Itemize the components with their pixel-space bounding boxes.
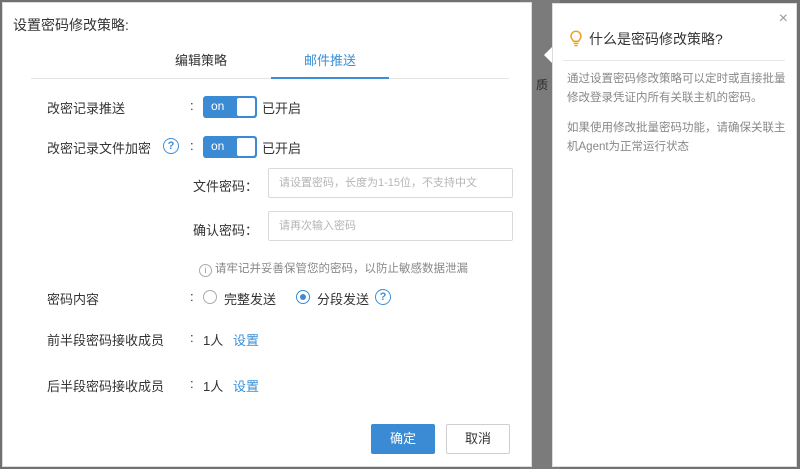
radio-split-send[interactable] — [296, 290, 310, 304]
help-panel-title-text: 什么是密码修改策略? — [589, 31, 723, 47]
help-panel-divider — [563, 60, 785, 61]
first-half-colon: : — [190, 330, 194, 345]
password-policy-dialog: 设置密码修改策略: 编辑策略 邮件推送 改密记录推送 : on 已开启 改密记录… — [2, 2, 532, 467]
content-label: 密码内容 — [47, 292, 100, 307]
first-half-count: 1人 — [203, 333, 224, 348]
second-half-label: 后半段密码接收成员 — [47, 379, 165, 394]
dialog-title: 设置密码修改策略: — [13, 17, 129, 33]
cancel-button[interactable]: 取消 — [446, 424, 510, 454]
content-colon: : — [190, 289, 194, 304]
help-panel-paragraph-2: 如果使用修改批量密码功能，请确保关联主机Agent为正常运行状态 — [567, 122, 786, 153]
password-notice-text: 请牢记并妥善保管您的密码，以防止敏感数据泄漏 — [215, 263, 468, 275]
encrypt-state: 已开启 — [262, 141, 302, 156]
encrypt-help-icon[interactable]: ? — [163, 138, 179, 154]
push-toggle-knob — [237, 98, 255, 116]
info-icon: i — [199, 264, 212, 277]
first-half-settings-link[interactable]: 设置 — [233, 330, 259, 349]
password-notice: i 请牢记并妥善保管您的密码，以防止敏感数据泄漏 — [199, 260, 468, 277]
push-colon: : — [190, 98, 194, 113]
lightbulb-icon — [569, 30, 585, 50]
push-toggle-text: on — [211, 99, 225, 113]
file-password-label: 文件密码： — [193, 179, 259, 194]
backdrop-partial-text: 质 — [536, 78, 549, 92]
confirm-password-label: 确认密码： — [193, 223, 259, 238]
file-password-input[interactable] — [268, 168, 513, 198]
push-toggle[interactable]: on — [203, 96, 257, 118]
tab-edit-policy[interactable]: 编辑策略 — [151, 47, 251, 79]
encrypt-toggle-text: on — [211, 139, 225, 153]
confirm-password-input[interactable] — [268, 211, 513, 241]
first-half-label: 前半段密码接收成员 — [47, 333, 165, 348]
second-half-count: 1人 — [203, 379, 224, 394]
encrypt-label: 改密记录文件加密 — [47, 141, 152, 156]
split-help-icon[interactable]: ? — [375, 289, 391, 305]
help-panel-paragraph-1: 通过设置密码修改策略可以定时或直接批量修改登录凭证内所有关联主机的密码。 — [567, 73, 786, 104]
radio-full-send[interactable] — [203, 290, 217, 304]
encrypt-colon: : — [190, 138, 194, 153]
close-icon[interactable]: × — [779, 10, 788, 28]
tab-bar: 编辑策略 邮件推送 — [31, 47, 509, 79]
confirm-button[interactable]: 确定 — [371, 424, 435, 454]
second-half-settings-link[interactable]: 设置 — [233, 376, 259, 395]
second-half-colon: : — [190, 376, 194, 391]
help-panel: × 什么是密码修改策略? 通过设置密码修改策略可以定时或直接批量修改登录凭证内所… — [552, 3, 797, 467]
encrypt-toggle[interactable]: on — [203, 136, 257, 158]
encrypt-toggle-knob — [237, 138, 255, 156]
help-panel-title: 什么是密码修改策略? — [569, 29, 723, 50]
push-state: 已开启 — [262, 101, 302, 116]
radio-full-send-label[interactable]: 完整发送 — [224, 289, 276, 308]
radio-split-send-label[interactable]: 分段发送 — [317, 289, 369, 308]
push-label: 改密记录推送 — [47, 101, 126, 116]
tab-mail-push[interactable]: 邮件推送 — [271, 47, 389, 79]
